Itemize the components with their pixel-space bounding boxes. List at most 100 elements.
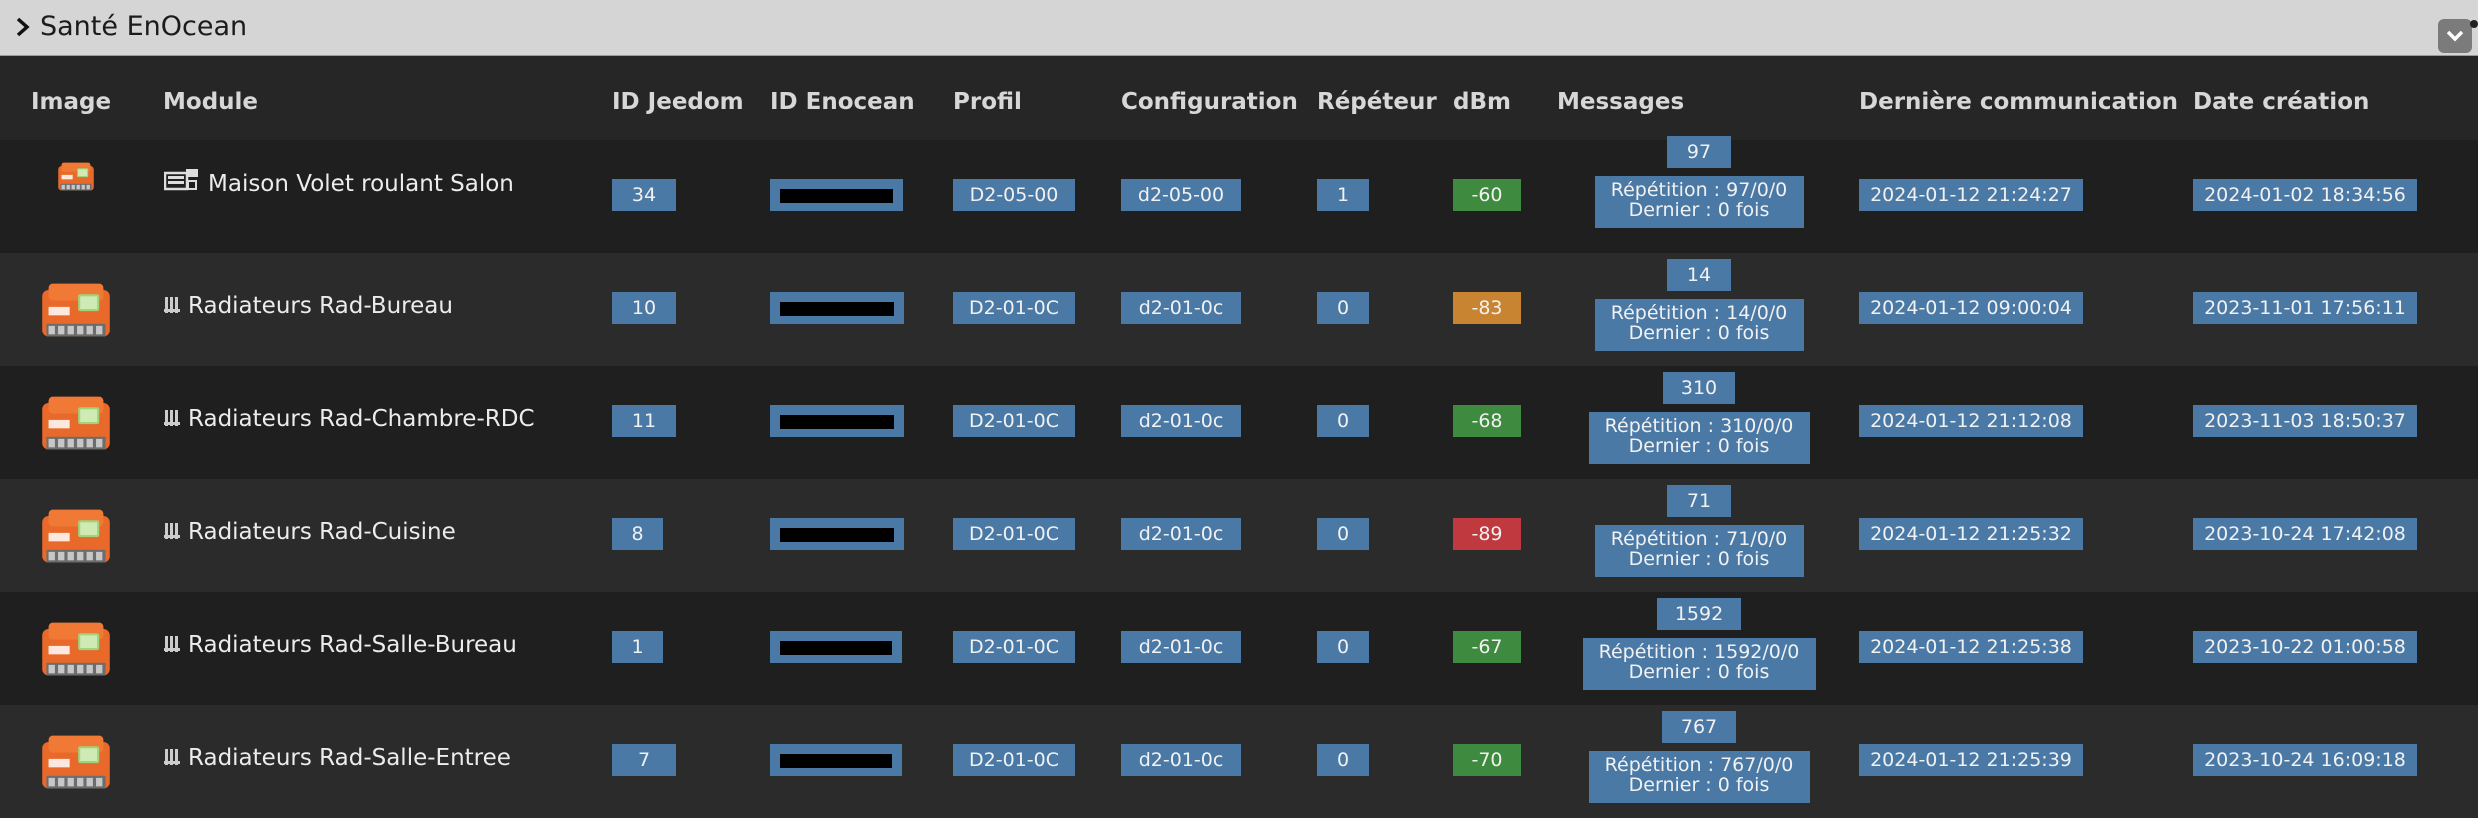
- profil-badge: D2-01-0C: [953, 292, 1075, 324]
- messages-repetition: Répétition : 310/0/0: [1604, 415, 1794, 437]
- table-row[interactable]: Radiateurs Rad-Salle-Entree 7 D2-01-0C d2-0…: [0, 705, 2478, 818]
- creation-date-badge: 2023-10-24 16:09:18: [2193, 744, 2417, 776]
- col-id-jeedom[interactable]: ID Jeedom: [612, 89, 744, 115]
- col-creation[interactable]: Date création: [2193, 89, 2369, 115]
- messages-count-badge: 71: [1667, 485, 1731, 517]
- device-image: [38, 388, 114, 461]
- repeteur-badge: 0: [1317, 518, 1369, 550]
- table-row[interactable]: Radiateurs Rad-Salle-Bureau 1 D2-01-0C d2-0…: [0, 592, 2478, 705]
- repeteur-badge: 0: [1317, 744, 1369, 776]
- configuration-badge: d2-05-00: [1121, 179, 1241, 211]
- id-jeedom-badge: 10: [612, 292, 676, 324]
- module-name[interactable]: Maison Volet roulant Salon: [163, 167, 514, 199]
- messages-last: Dernier : 0 fois: [1628, 661, 1770, 683]
- messages-detail-box: Répétition : 71/0/0 Dernier : 0 fois: [1594, 525, 1804, 577]
- device-image: [56, 156, 96, 201]
- module-name[interactable]: Radiateurs Rad-Salle-Bureau: [164, 632, 517, 660]
- dbm-badge: -60: [1453, 179, 1521, 211]
- chevron-right-icon[interactable]: [12, 16, 34, 38]
- panel-header[interactable]: Santé EnOcean: [0, 0, 2478, 56]
- messages-last: Dernier : 0 fois: [1628, 199, 1770, 221]
- profil-badge: D2-05-00: [953, 179, 1075, 211]
- module-name[interactable]: Radiateurs Rad-Chambre-RDC: [164, 406, 535, 434]
- profil-badge: D2-01-0C: [953, 405, 1075, 437]
- id-enocean-badge: [770, 744, 902, 776]
- chevron-down-icon: [2446, 30, 2464, 42]
- messages-detail-box: Répétition : 14/0/0 Dernier : 0 fois: [1594, 299, 1804, 351]
- col-repeteur[interactable]: Répéteur: [1317, 89, 1437, 115]
- redaction-bar: [780, 189, 893, 203]
- messages-count-badge: 1592: [1657, 598, 1741, 630]
- creation-date-badge: 2023-10-22 01:00:58: [2193, 631, 2417, 663]
- messages-repetition: Répétition : 767/0/0: [1604, 754, 1794, 776]
- device-image: [38, 614, 114, 687]
- configuration-badge: d2-01-0c: [1121, 518, 1241, 550]
- radiator-icon: [164, 521, 180, 547]
- module-label: Radiateurs Rad-Salle-Entree: [188, 745, 511, 771]
- messages-repetition: Répétition : 97/0/0: [1610, 179, 1788, 201]
- id-jeedom-badge: 1: [612, 631, 663, 663]
- id-enocean-badge: [770, 292, 904, 324]
- id-enocean-badge: [770, 405, 904, 437]
- messages-last: Dernier : 0 fois: [1628, 435, 1770, 457]
- col-profil[interactable]: Profil: [953, 89, 1022, 115]
- module-name[interactable]: Radiateurs Rad-Salle-Entree: [164, 745, 511, 773]
- dbm-badge: -83: [1453, 292, 1521, 324]
- last-communication-badge: 2024-01-12 21:25:38: [1859, 631, 2083, 663]
- messages-last: Dernier : 0 fois: [1628, 322, 1770, 344]
- table-row[interactable]: Radiateurs Rad-Cuisine 8 D2-01-0C d2-01-0c 0…: [0, 479, 2478, 592]
- id-jeedom-badge: 34: [612, 179, 676, 211]
- messages-count-badge: 767: [1662, 711, 1736, 743]
- table-row[interactable]: Maison Volet roulant Salon 34 D2-05-00 d2-0…: [0, 136, 2478, 253]
- col-configuration[interactable]: Configuration: [1121, 89, 1298, 115]
- col-derniere[interactable]: Dernière communication: [1859, 89, 2178, 115]
- dbm-badge: -68: [1453, 405, 1521, 437]
- redaction-bar: [780, 302, 894, 316]
- last-communication-badge: 2024-01-12 21:25:32: [1859, 518, 2083, 550]
- shutter-icon: [163, 167, 200, 199]
- repeteur-badge: 0: [1317, 631, 1369, 663]
- id-enocean-badge: [770, 631, 902, 663]
- table-row[interactable]: Radiateurs Rad-Bureau 10 D2-01-0C d2-01-0c 0…: [0, 253, 2478, 366]
- module-name[interactable]: Radiateurs Rad-Cuisine: [164, 519, 456, 547]
- table-row[interactable]: Radiateurs Rad-Chambre-RDC 11 D2-01-0C d2-0…: [0, 366, 2478, 479]
- module-name[interactable]: Radiateurs Rad-Bureau: [164, 293, 453, 321]
- resize-handle[interactable]: [2470, 20, 2478, 28]
- redaction-bar: [780, 754, 892, 768]
- profil-badge: D2-01-0C: [953, 518, 1075, 550]
- configuration-badge: d2-01-0c: [1121, 631, 1241, 663]
- configuration-badge: d2-01-0c: [1121, 405, 1241, 437]
- messages-last: Dernier : 0 fois: [1628, 548, 1770, 570]
- messages-detail-box: Répétition : 97/0/0 Dernier : 0 fois: [1594, 176, 1804, 228]
- profil-badge: D2-01-0C: [953, 744, 1075, 776]
- col-module[interactable]: Module: [163, 89, 258, 115]
- messages-detail-box: Répétition : 1592/0/0 Dernier : 0 fois: [1582, 638, 1816, 690]
- messages-repetition: Répétition : 1592/0/0: [1598, 641, 1800, 663]
- creation-date-badge: 2023-11-01 17:56:11: [2193, 292, 2417, 324]
- col-dbm[interactable]: dBm: [1453, 89, 1511, 115]
- redaction-bar: [780, 415, 894, 429]
- redaction-bar: [780, 528, 894, 542]
- id-jeedom-badge: 8: [612, 518, 663, 550]
- configuration-badge: d2-01-0c: [1121, 292, 1241, 324]
- col-image[interactable]: Image: [31, 89, 111, 115]
- collapse-button[interactable]: [2438, 19, 2472, 53]
- id-enocean-badge: [770, 179, 903, 211]
- table-header: Image Module ID Jeedom ID Enocean Profil…: [0, 56, 2478, 140]
- messages-repetition: Répétition : 14/0/0: [1610, 302, 1788, 324]
- id-jeedom-badge: 7: [612, 744, 676, 776]
- messages-repetition: Répétition : 71/0/0: [1610, 528, 1788, 550]
- col-id-enocean[interactable]: ID Enocean: [770, 89, 915, 115]
- radiator-icon: [164, 634, 180, 660]
- col-messages[interactable]: Messages: [1557, 89, 1684, 115]
- creation-date-badge: 2023-11-03 18:50:37: [2193, 405, 2417, 437]
- messages-detail-box: Répétition : 310/0/0 Dernier : 0 fois: [1588, 412, 1810, 464]
- messages-last: Dernier : 0 fois: [1628, 774, 1770, 796]
- messages-count-badge: 97: [1667, 136, 1731, 168]
- repeteur-badge: 1: [1317, 179, 1369, 211]
- creation-date-badge: 2024-01-02 18:34:56: [2193, 179, 2417, 211]
- radiator-icon: [164, 747, 180, 773]
- redaction-bar: [780, 641, 892, 655]
- messages-count-badge: 310: [1663, 372, 1735, 404]
- device-image: [38, 275, 114, 348]
